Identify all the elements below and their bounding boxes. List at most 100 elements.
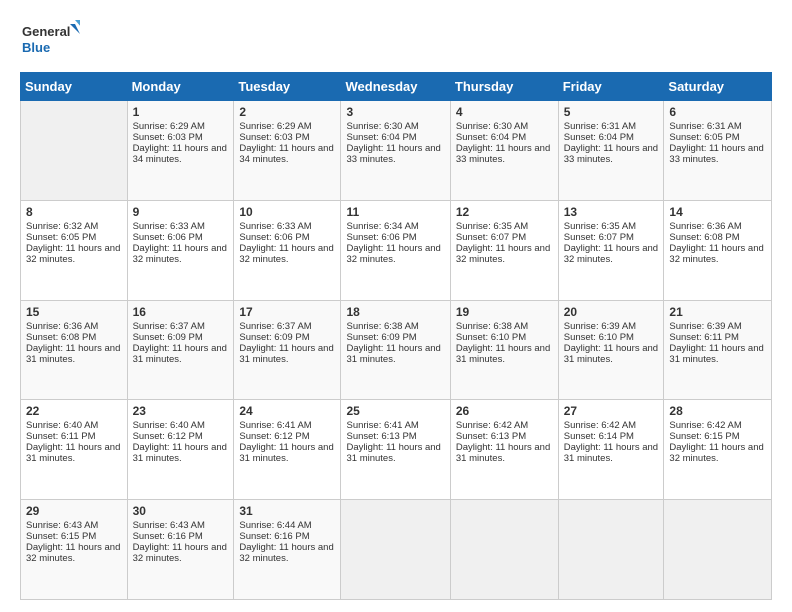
daylight-label: Daylight: 11 hours and 31 minutes. <box>239 343 333 365</box>
sunrise-text: Sunrise: 6:30 AM <box>456 121 528 132</box>
sunrise-text: Sunrise: 6:40 AM <box>133 420 205 431</box>
daylight-label: Daylight: 11 hours and 32 minutes. <box>564 243 658 265</box>
sunset-text: Sunset: 6:14 PM <box>564 431 634 442</box>
logo: General Blue <box>20 18 80 62</box>
day-header-thursday: Thursday <box>450 73 558 101</box>
calendar-week-row: 1Sunrise: 6:29 AMSunset: 6:03 PMDaylight… <box>21 101 772 201</box>
day-number: 11 <box>346 205 444 219</box>
calendar-cell: 24Sunrise: 6:41 AMSunset: 6:12 PMDayligh… <box>234 400 341 500</box>
calendar-cell: 22Sunrise: 6:40 AMSunset: 6:11 PMDayligh… <box>21 400 128 500</box>
calendar-cell: 12Sunrise: 6:35 AMSunset: 6:07 PMDayligh… <box>450 200 558 300</box>
daylight-label: Daylight: 11 hours and 31 minutes. <box>456 343 550 365</box>
calendar-cell <box>450 500 558 600</box>
sunset-text: Sunset: 6:16 PM <box>239 531 309 542</box>
sunset-text: Sunset: 6:10 PM <box>456 332 526 343</box>
sunset-text: Sunset: 6:06 PM <box>239 232 309 243</box>
calendar-cell: 28Sunrise: 6:42 AMSunset: 6:15 PMDayligh… <box>664 400 772 500</box>
daylight-label: Daylight: 11 hours and 32 minutes. <box>26 542 120 564</box>
daylight-label: Daylight: 11 hours and 33 minutes. <box>564 143 658 165</box>
daylight-label: Daylight: 11 hours and 32 minutes. <box>669 442 763 464</box>
calendar-cell <box>21 101 128 201</box>
daylight-label: Daylight: 11 hours and 32 minutes. <box>133 243 227 265</box>
daylight-label: Daylight: 11 hours and 31 minutes. <box>346 442 440 464</box>
day-header-saturday: Saturday <box>664 73 772 101</box>
calendar-cell: 26 Sunrise: 6:42 AMSunset: 6:13 PMDayligh… <box>450 400 558 500</box>
daylight-label: Daylight: 11 hours and 31 minutes. <box>239 442 333 464</box>
daylight-label: Daylight: 11 hours and 33 minutes. <box>456 143 550 165</box>
day-header-sunday: Sunday <box>21 73 128 101</box>
calendar-cell: 25Sunrise: 6:41 AMSunset: 6:13 PMDayligh… <box>341 400 450 500</box>
calendar-body: 1Sunrise: 6:29 AMSunset: 6:03 PMDaylight… <box>21 101 772 600</box>
sunrise-text: Sunrise: 6:36 AM <box>26 321 98 332</box>
daylight-label: Daylight: 11 hours and 31 minutes. <box>133 343 227 365</box>
daylight-label: Daylight: 11 hours and 31 minutes. <box>26 343 120 365</box>
svg-text:General: General <box>22 24 70 39</box>
calendar-cell: 31Sunrise: 6:44 AMSunset: 6:16 PMDayligh… <box>234 500 341 600</box>
sunrise-text: Sunrise: 6:33 AM <box>133 221 205 232</box>
calendar-cell: 20Sunrise: 6:39 AMSunset: 6:10 PMDayligh… <box>558 300 664 400</box>
sunrise-text: Sunrise: 6:44 AM <box>239 520 311 531</box>
sunrise-text: Sunrise: 6:37 AM <box>239 321 311 332</box>
daylight-label: Daylight: 11 hours and 31 minutes. <box>26 442 120 464</box>
daylight-label: Daylight: 11 hours and 34 minutes. <box>133 143 227 165</box>
calendar-cell: 1Sunrise: 6:29 AMSunset: 6:03 PMDaylight… <box>127 101 234 201</box>
sunrise-text: Sunrise: 6:36 AM <box>669 221 741 232</box>
day-number: 3 <box>346 105 444 119</box>
daylight-label: Daylight: 11 hours and 31 minutes. <box>456 442 550 464</box>
calendar-week-row: 15Sunrise: 6:36 AMSunset: 6:08 PMDayligh… <box>21 300 772 400</box>
daylight-label: Daylight: 11 hours and 32 minutes. <box>346 243 440 265</box>
day-number: 4 <box>456 105 553 119</box>
daylight-label: Daylight: 11 hours and 31 minutes. <box>669 343 763 365</box>
calendar-week-row: 8Sunrise: 6:32 AMSunset: 6:05 PMDaylight… <box>21 200 772 300</box>
day-number: 13 <box>564 205 659 219</box>
sunset-text: Sunset: 6:10 PM <box>564 332 634 343</box>
daylight-label: Daylight: 11 hours and 33 minutes. <box>346 143 440 165</box>
sunset-text: Sunset: 6:09 PM <box>239 332 309 343</box>
sunset-text: Sunset: 6:06 PM <box>133 232 203 243</box>
calendar-cell <box>558 500 664 600</box>
calendar-cell: 4Sunrise: 6:30 AMSunset: 6:04 PMDaylight… <box>450 101 558 201</box>
daylight-label: Daylight: 11 hours and 31 minutes. <box>564 442 658 464</box>
page: General Blue SundayMondayTuesdayWednesda… <box>0 0 792 612</box>
sunrise-text: Sunrise: 6:34 AM <box>346 221 418 232</box>
calendar-header-row: SundayMondayTuesdayWednesdayThursdayFrid… <box>21 73 772 101</box>
sunset-text: Sunset: 6:04 PM <box>564 132 634 143</box>
calendar-cell: 17 Sunrise: 6:37 AMSunset: 6:09 PMDayligh… <box>234 300 341 400</box>
calendar-cell: 15Sunrise: 6:36 AMSunset: 6:08 PMDayligh… <box>21 300 128 400</box>
day-number: 5 <box>564 105 659 119</box>
sunrise-text: Sunrise: 6:42 AM <box>456 420 528 431</box>
sunrise-text: Sunrise: 6:29 AM <box>133 121 205 132</box>
calendar-cell: 16Sunrise: 6:37 AMSunset: 6:09 PMDayligh… <box>127 300 234 400</box>
calendar-cell: 29Sunrise: 6:43 AMSunset: 6:15 PMDayligh… <box>21 500 128 600</box>
day-number: 14 <box>669 205 766 219</box>
daylight-label: Daylight: 11 hours and 31 minutes. <box>346 343 440 365</box>
daylight-label: Daylight: 11 hours and 34 minutes. <box>239 143 333 165</box>
day-number: 26 <box>456 404 553 418</box>
day-number: 22 <box>26 404 122 418</box>
sunset-text: Sunset: 6:06 PM <box>346 232 416 243</box>
day-number: 12 <box>456 205 553 219</box>
daylight-label: Daylight: 11 hours and 32 minutes. <box>456 243 550 265</box>
sunset-text: Sunset: 6:07 PM <box>564 232 634 243</box>
sunset-text: Sunset: 6:09 PM <box>133 332 203 343</box>
logo-svg: General Blue <box>20 18 80 62</box>
day-number: 29 <box>26 504 122 518</box>
daylight-label: Daylight: 11 hours and 31 minutes. <box>564 343 658 365</box>
day-header-tuesday: Tuesday <box>234 73 341 101</box>
day-number: 25 <box>346 404 444 418</box>
sunset-text: Sunset: 6:08 PM <box>26 332 96 343</box>
sunset-text: Sunset: 6:05 PM <box>669 132 739 143</box>
sunrise-text: Sunrise: 6:42 AM <box>669 420 741 431</box>
day-number: 18 <box>346 305 444 319</box>
day-number: 17 <box>239 305 335 319</box>
sunset-text: Sunset: 6:13 PM <box>456 431 526 442</box>
day-header-monday: Monday <box>127 73 234 101</box>
calendar-cell: 9Sunrise: 6:33 AMSunset: 6:06 PMDaylight… <box>127 200 234 300</box>
sunrise-text: Sunrise: 6:39 AM <box>669 321 741 332</box>
sunrise-text: Sunrise: 6:38 AM <box>346 321 418 332</box>
day-header-friday: Friday <box>558 73 664 101</box>
day-number: 8 <box>26 205 122 219</box>
sunrise-text: Sunrise: 6:37 AM <box>133 321 205 332</box>
daylight-label: Daylight: 11 hours and 32 minutes. <box>239 542 333 564</box>
sunrise-text: Sunrise: 6:39 AM <box>564 321 636 332</box>
